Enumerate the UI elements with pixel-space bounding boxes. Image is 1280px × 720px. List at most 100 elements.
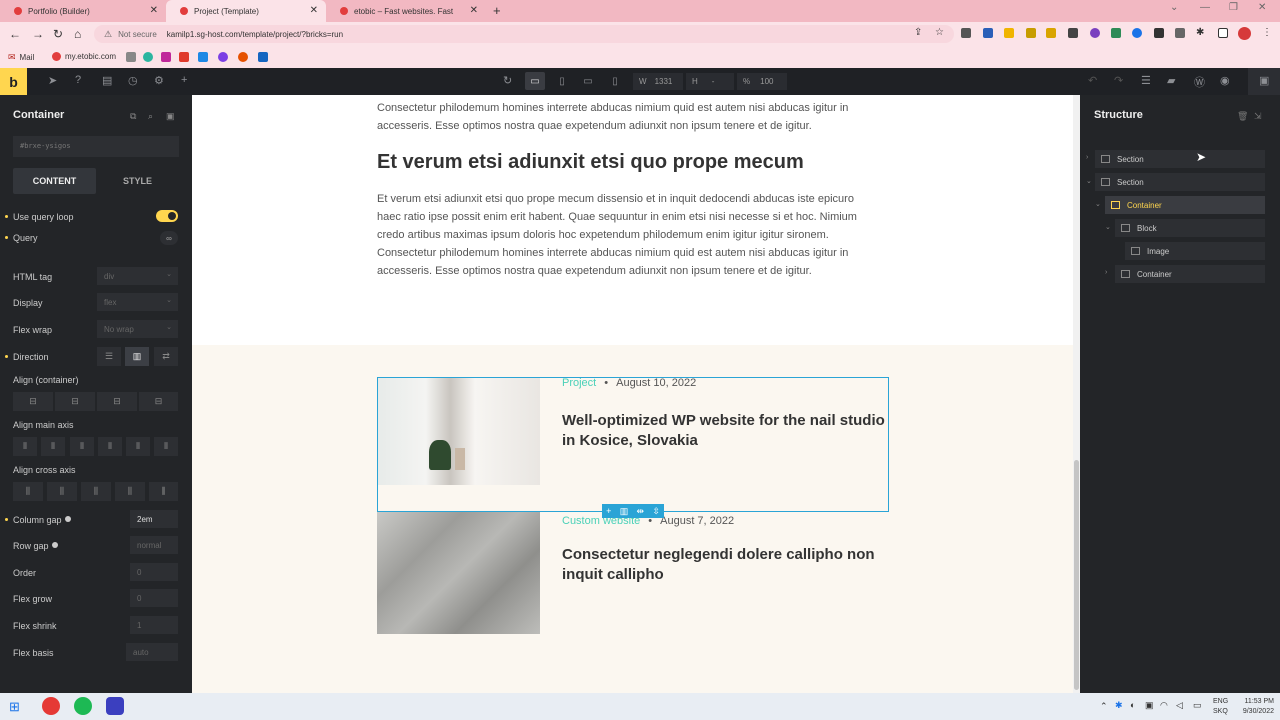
close-tab-icon[interactable]: ✕: [470, 5, 478, 16]
display-select[interactable]: flex ⌄: [97, 293, 178, 311]
extension-icon[interactable]: [1004, 28, 1014, 38]
use-query-loop-toggle[interactable]: [156, 210, 178, 222]
tray-icon[interactable]: ◐: [1130, 700, 1135, 710]
sidebar-icon[interactable]: [1218, 28, 1228, 38]
extension-icon[interactable]: [1132, 28, 1142, 38]
flex-basis-input[interactable]: auto: [126, 643, 178, 661]
section-heading[interactable]: Et verum etsi adiunxit etsi quo prope me…: [377, 151, 804, 174]
extension-icon[interactable]: [1111, 28, 1121, 38]
history-icon[interactable]: ◷: [128, 74, 138, 87]
flex-shrink-input[interactable]: 1: [130, 616, 178, 634]
structure-node-block[interactable]: Block: [1115, 219, 1265, 237]
tab-content[interactable]: CONTENT: [13, 168, 96, 194]
justify-center-icon[interactable]: ⫴: [41, 437, 65, 456]
post-thumbnail-image[interactable]: [377, 512, 540, 634]
bookmark-icon[interactable]: [179, 52, 189, 62]
settings-icon[interactable]: ⚙: [154, 74, 164, 87]
clock[interactable]: 11:53 PM 9/30/2022: [1238, 697, 1274, 717]
zoom-input[interactable]: % 100: [737, 73, 787, 90]
preview-eye-icon[interactable]: ◉: [1220, 74, 1230, 87]
structure-node-image[interactable]: Image: [1125, 242, 1265, 260]
home-icon[interactable]: ⌂: [74, 27, 81, 41]
justify-end-icon[interactable]: ⫴: [70, 437, 94, 456]
chevron-up-icon[interactable]: ⌃: [1100, 701, 1108, 712]
columns-icon[interactable]: ▥: [620, 506, 629, 517]
tab-style[interactable]: STYLE: [96, 168, 179, 194]
query-link-icon[interactable]: ∞: [160, 231, 178, 245]
extension-icon[interactable]: [983, 28, 993, 38]
items-start-icon[interactable]: ⫼: [13, 482, 43, 501]
bookmark-icon[interactable]: [143, 52, 153, 62]
align-center-icon[interactable]: ⊟: [55, 392, 95, 411]
builder-canvas[interactable]: Consectetur philodemum homines interrete…: [192, 95, 1073, 693]
items-stretch-icon[interactable]: ⫼: [115, 482, 145, 501]
folder-icon[interactable]: ▰: [1167, 74, 1175, 87]
structure-node-container-selected[interactable]: Container: [1105, 196, 1265, 214]
tab-portfolio-builder[interactable]: Portfolio (Builder) ✕: [0, 0, 166, 22]
align-start-icon[interactable]: ⊟: [13, 392, 53, 411]
items-end-icon[interactable]: ⫼: [81, 482, 111, 501]
justify-around-icon[interactable]: ⫴: [126, 437, 150, 456]
direction-column-icon[interactable]: ☰: [97, 347, 121, 366]
extension-icon[interactable]: [961, 28, 971, 38]
undo-icon[interactable]: ↶: [1088, 74, 1097, 87]
back-icon[interactable]: ←: [9, 27, 21, 41]
app-icon[interactable]: [106, 697, 124, 715]
structure-node-container[interactable]: Container: [1115, 265, 1265, 283]
tray-icon[interactable]: ✱: [1115, 700, 1123, 711]
html-tag-select[interactable]: div ⌄: [97, 267, 178, 285]
mobile-portrait-icon[interactable]: ▯: [605, 72, 625, 90]
structure-list-icon[interactable]: ☰: [1141, 74, 1151, 87]
add-element-icon[interactable]: +: [606, 506, 611, 516]
wordpress-icon[interactable]: Ⓦ: [1194, 74, 1205, 90]
column-gap-input[interactable]: 2em: [130, 510, 178, 528]
search-icon[interactable]: ⌕: [148, 111, 153, 122]
move-icon[interactable]: ⇹: [636, 506, 644, 517]
puzzle-icon[interactable]: ✱: [1196, 27, 1204, 38]
pages-icon[interactable]: ▤: [102, 74, 112, 87]
battery-icon[interactable]: ▭: [1193, 700, 1202, 711]
items-center-icon[interactable]: ⫼: [47, 482, 77, 501]
chevron-down-icon[interactable]: ⌄: [1170, 2, 1178, 13]
chevron-right-icon[interactable]: ›: [1105, 269, 1107, 276]
chevron-right-icon[interactable]: ›: [1086, 154, 1088, 161]
bookmark-icon[interactable]: [126, 52, 136, 62]
extension-icon[interactable]: [1175, 28, 1185, 38]
justify-between-icon[interactable]: ⫴: [98, 437, 122, 456]
structure-node-section[interactable]: Section: [1095, 173, 1265, 191]
bookmark-mail[interactable]: ✉ Mail: [8, 52, 34, 63]
refresh-icon[interactable]: ↻: [503, 74, 512, 87]
bookmark-icon[interactable]: [161, 52, 171, 62]
tab-etobic[interactable]: etobic – Fast websites. Fast ✕: [326, 0, 486, 22]
order-input[interactable]: 0: [130, 563, 178, 581]
bookmark-icon[interactable]: [258, 52, 268, 62]
desktop-breakpoint-icon[interactable]: ▭: [525, 72, 545, 90]
width-input[interactable]: W 1331: [633, 73, 683, 90]
items-baseline-icon[interactable]: ⫼: [149, 482, 178, 501]
restore-icon[interactable]: ❐: [1229, 2, 1238, 13]
add-icon[interactable]: +: [181, 74, 187, 86]
redo-icon[interactable]: ↷: [1114, 74, 1123, 87]
minimize-icon[interactable]: —: [1200, 2, 1210, 13]
direction-row-icon[interactable]: ▥: [125, 347, 149, 366]
align-stretch-icon[interactable]: ⊟: [139, 392, 178, 411]
extension-icon[interactable]: [1090, 28, 1100, 38]
flex-wrap-select[interactable]: No wrap ⌄: [97, 320, 178, 338]
mobile-landscape-icon[interactable]: ▭: [578, 72, 598, 90]
cursor-icon[interactable]: ➤: [48, 74, 57, 87]
justify-start-icon[interactable]: ⫴: [13, 437, 37, 456]
structure-node-section[interactable]: Section: [1095, 150, 1265, 168]
profile-avatar[interactable]: [1238, 27, 1251, 40]
trash-icon[interactable]: 🗑: [1237, 111, 1248, 122]
justify-evenly-icon[interactable]: ⫴: [154, 437, 178, 456]
tray-icon[interactable]: ▣: [1145, 700, 1154, 711]
speaker-icon[interactable]: ◁: [1176, 700, 1183, 711]
bookmark-star-icon[interactable]: ☆: [935, 27, 944, 38]
chevron-down-icon[interactable]: ⌄: [1095, 200, 1101, 208]
bookmark-icon[interactable]: [198, 52, 208, 62]
row-gap-input[interactable]: normal: [130, 536, 178, 554]
class-icon[interactable]: ⧉: [130, 111, 136, 122]
flex-grow-input[interactable]: 0: [130, 589, 178, 607]
collapse-icon[interactable]: ⇲: [1254, 111, 1262, 122]
menu-icon[interactable]: ⋮: [1262, 27, 1272, 38]
